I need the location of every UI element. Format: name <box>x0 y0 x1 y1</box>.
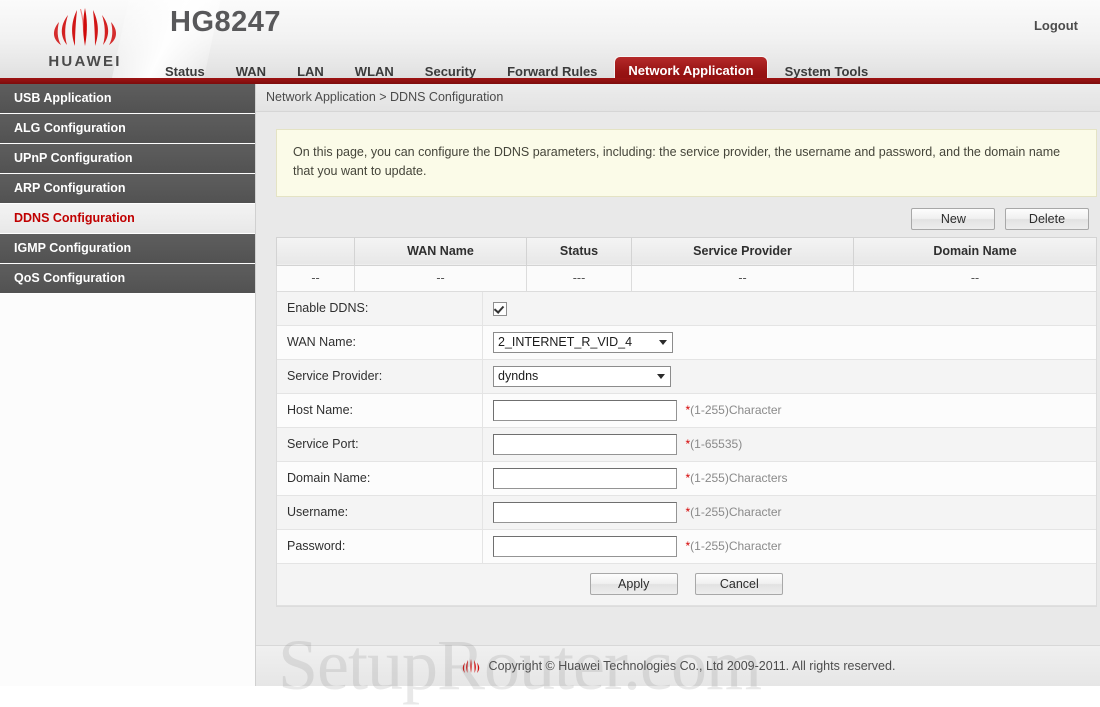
form-row-service-provider: Service Provider: dyndns <box>277 359 1096 394</box>
cell-wan-name: -- <box>354 264 527 292</box>
app-header: HUAWEI HG8247 Logout Status WAN LAN WLAN… <box>0 0 1100 84</box>
hint-host-name-text: (1-255)Character <box>690 403 782 418</box>
host-name-input[interactable] <box>493 399 677 421</box>
form-row-enable-ddns: Enable DDNS: <box>277 291 1096 326</box>
hint-service-port: *(1-65535) <box>685 437 742 451</box>
page-title: HG8247 <box>170 6 282 38</box>
column-header-status: Status <box>526 236 632 266</box>
sidebar: USB Application ALG Configuration UPnP C… <box>0 84 256 686</box>
huawei-logo-icon <box>20 4 150 52</box>
hint-domain-name: *(1-255)Characters <box>685 471 787 485</box>
cell-select: -- <box>276 264 355 292</box>
content-area: Network Application > DDNS Configuration… <box>256 84 1100 686</box>
hint-service-port-text: (1-65535) <box>690 437 743 452</box>
sidebar-item-usb-application[interactable]: USB Application <box>0 84 255 114</box>
sidebar-item-alg-configuration[interactable]: ALG Configuration <box>0 114 255 144</box>
hint-username: *(1-255)Character <box>685 505 781 519</box>
table-row[interactable]: -- -- --- -- -- <box>276 264 1097 292</box>
field-host-name: *(1-255)Character <box>482 393 1096 428</box>
main-navigation: Status WAN LAN WLAN Security Forward Rul… <box>0 53 1100 84</box>
page-footer: Copyright © Huawei Technologies Co., Ltd… <box>256 645 1100 686</box>
column-header-select <box>276 236 355 266</box>
form-row-host-name: Host Name: *(1-255)Character <box>277 393 1096 428</box>
field-wan-name: 2_INTERNET_R_VID_4 <box>482 325 1096 360</box>
table-header-row: WAN Name Status Service Provider Domain … <box>276 236 1097 266</box>
form-row-username: Username: *(1-255)Character <box>277 495 1096 530</box>
sidebar-empty-area <box>0 294 255 686</box>
label-wan-name: WAN Name: <box>277 325 483 360</box>
form-row-password: Password: *(1-255)Character <box>277 529 1096 564</box>
column-header-wan-name: WAN Name <box>354 236 527 266</box>
form-row-wan-name: WAN Name: 2_INTERNET_R_VID_4 <box>277 325 1096 360</box>
new-button[interactable]: New <box>911 207 996 230</box>
label-domain-name: Domain Name: <box>277 461 483 496</box>
password-input[interactable] <box>493 535 677 557</box>
ddns-form: Enable DDNS: WAN Name: 2_INTERNET_R_VID_… <box>276 291 1097 607</box>
column-header-service-provider: Service Provider <box>631 236 854 266</box>
sidebar-item-arp-configuration[interactable]: ARP Configuration <box>0 174 255 204</box>
field-service-provider: dyndns <box>482 359 1096 394</box>
copyright-text: Copyright © Huawei Technologies Co., Ltd… <box>488 659 896 673</box>
hint-username-text: (1-255)Character <box>690 505 782 520</box>
sidebar-item-qos-configuration[interactable]: QoS Configuration <box>0 264 255 294</box>
label-service-port: Service Port: <box>277 427 483 462</box>
page-body: USB Application ALG Configuration UPnP C… <box>0 84 1100 705</box>
label-password: Password: <box>277 529 483 564</box>
hint-host-name: *(1-255)Character <box>685 403 781 417</box>
wan-name-select[interactable]: 2_INTERNET_R_VID_4 <box>493 331 673 353</box>
field-domain-name: *(1-255)Characters <box>482 461 1096 496</box>
label-service-provider: Service Provider: <box>277 359 483 394</box>
column-header-domain-name: Domain Name <box>853 236 1097 266</box>
info-message: On this page, you can configure the DDNS… <box>276 129 1097 197</box>
sidebar-item-ddns-configuration[interactable]: DDNS Configuration <box>0 204 255 234</box>
service-provider-select[interactable]: dyndns <box>493 365 671 387</box>
hint-password: *(1-255)Character <box>685 539 781 553</box>
form-row-service-port: Service Port: *(1-65535) <box>277 427 1096 462</box>
form-actions: Apply Cancel <box>277 563 1096 606</box>
username-input[interactable] <box>493 501 677 523</box>
chevron-down-icon <box>659 340 667 346</box>
label-enable-ddns: Enable DDNS: <box>277 291 483 326</box>
field-enable-ddns <box>482 291 1096 326</box>
cell-service-provider: -- <box>631 264 854 292</box>
ddns-entries-table: WAN Name Status Service Provider Domain … <box>276 236 1097 292</box>
ddns-panel: On this page, you can configure the DDNS… <box>276 129 1097 607</box>
service-provider-selected-value: dyndns <box>498 368 539 383</box>
hint-password-text: (1-255)Character <box>690 539 782 554</box>
apply-button[interactable]: Apply <box>589 572 678 595</box>
form-row-domain-name: Domain Name: *(1-255)Characters <box>277 461 1096 496</box>
delete-button[interactable]: Delete <box>1005 207 1089 230</box>
sidebar-item-igmp-configuration[interactable]: IGMP Configuration <box>0 234 255 264</box>
breadcrumb: Network Application > DDNS Configuration <box>256 84 1100 112</box>
enable-ddns-checkbox[interactable] <box>493 301 507 316</box>
chevron-down-icon <box>657 374 665 380</box>
label-host-name: Host Name: <box>277 393 483 428</box>
cell-domain-name: -- <box>853 264 1097 292</box>
domain-name-input[interactable] <box>493 467 677 489</box>
cancel-button[interactable]: Cancel <box>695 572 784 595</box>
huawei-logo-icon <box>461 658 481 674</box>
hint-domain-name-text: (1-255)Characters <box>690 471 788 486</box>
service-port-input[interactable] <box>493 433 677 455</box>
wan-name-selected-value: 2_INTERNET_R_VID_4 <box>498 334 633 349</box>
table-toolbar: New Delete <box>276 207 1089 230</box>
label-username: Username: <box>277 495 483 530</box>
field-service-port: *(1-65535) <box>482 427 1096 462</box>
field-username: *(1-255)Character <box>482 495 1096 530</box>
sidebar-item-upnp-configuration[interactable]: UPnP Configuration <box>0 144 255 174</box>
cell-status: --- <box>526 264 632 292</box>
logout-button[interactable]: Logout <box>1034 18 1078 33</box>
field-password: *(1-255)Character <box>482 529 1096 564</box>
